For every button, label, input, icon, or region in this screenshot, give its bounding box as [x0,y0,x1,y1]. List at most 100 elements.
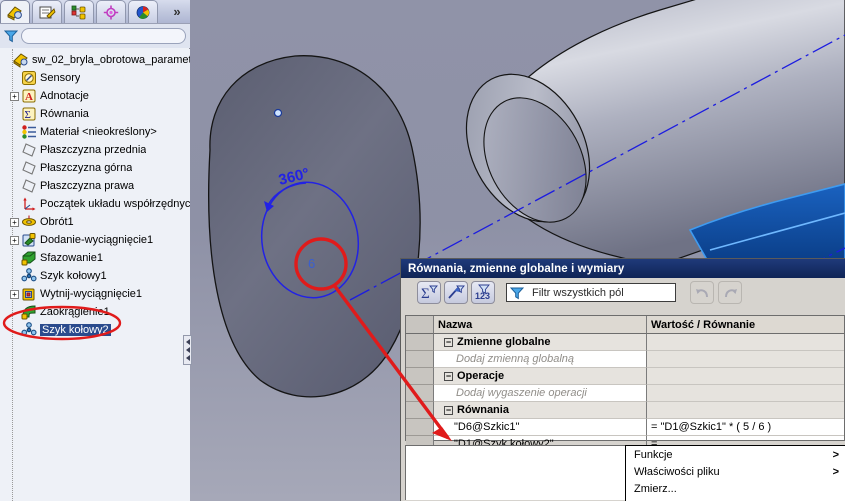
tree-item-szyk-ko-owy2[interactable]: Szyk kołowy2 [0,321,190,339]
cut-extrude-icon [21,286,37,302]
equations-dialog-title: Równania, zmienne globalne i wymiary [401,259,845,278]
tree-item-wytnij-wyci-gni-cie1[interactable]: + Wytnij-wyciągnięcie1 [0,285,190,303]
tree-item-p-aszczyzna-prawa[interactable]: Płaszczyzna prawa [0,177,190,195]
cell-name-text: "D6@Szkic1" [454,421,520,433]
tree-item-label: Adnotacje [40,90,89,102]
property-manager-tab[interactable] [32,0,62,23]
tree-item-sw-02-bryla-obrotowa-parametry[interactable]: sw_02_bryla_obrotowa_parametry [0,51,190,69]
tree-item-pocz-tek-uk-adu-wsp-rz-dnych[interactable]: Początek układu współrzędnych [0,195,190,213]
manager-tabs-overflow-button[interactable]: » [164,0,190,23]
cell-name-text: Zmienne globalne [457,336,551,348]
row-gutter-cell[interactable] [406,419,434,436]
display-manager-tab[interactable] [128,0,158,23]
equations-filter-input[interactable]: Filtr wszystkich pól [506,283,676,302]
filter-funnel-icon [4,30,18,43]
fillet-icon [21,304,37,320]
cell-name[interactable]: Dodaj wygaszenie operacji [434,385,647,402]
tree-item-label: Obrót1 [40,216,74,228]
cell-value[interactable] [647,351,844,368]
cell-value[interactable]: = "D1@Szkic1" * ( 5 / 6 ) [647,419,844,436]
panel-splitter-handle[interactable] [183,335,192,365]
context-menu-item[interactable]: Funkcje > [626,446,845,463]
cell-name[interactable]: − Operacje [434,368,647,385]
tree-item-p-aszczyzna-g-rna[interactable]: Płaszczyzna górna [0,159,190,177]
tree-expander-icon[interactable]: + [10,289,19,299]
cell-name[interactable]: "D6@Szkic1" [434,419,647,436]
tree-expander-spacer [10,164,19,173]
tree-item-dodanie-wyci-gni-cie1[interactable]: + Dodanie-wyciągnięcie1 [0,231,190,249]
tree-expander-icon[interactable]: + [10,217,19,227]
undo-button[interactable] [690,281,714,304]
table-row[interactable]: − Operacje [406,368,844,385]
feature-tree[interactable]: sw_02_bryla_obrotowa_parametry Sensory + A A… [0,49,190,501]
context-menu-item[interactable]: Właściwości pliku > [626,463,845,480]
plane-icon [21,160,37,176]
tree-item-adnotacje[interactable]: + A Adnotacje [0,87,190,105]
feature-manager-panel: » sw_02_bryla_obrotowa_parametry Sensory +… [0,0,192,501]
equations-icon: Σ [21,106,37,122]
tree-item-sfazowanie1[interactable]: Sfazowanie1 [0,249,190,267]
feature-manager-design-tree-tab[interactable] [0,0,30,23]
table-header-row: Nazwa Wartość / Równanie [406,316,844,334]
dimxpert-manager-tab[interactable] [96,0,126,23]
filter-funnel-icon [510,287,524,299]
instance-count-dimension: 6 [308,256,315,271]
cell-name[interactable]: − Zmienne globalne [434,334,647,351]
context-menu[interactable]: Funkcje > Właściwości pliku > Zmierz... [625,445,845,501]
tree-expander-icon[interactable]: + [10,235,19,245]
tree-item-materia-nieokre-lony[interactable]: Materiał <nieokreślony> [0,123,190,141]
tree-item-label: Równania [40,108,89,120]
table-row[interactable]: Dodaj wygaszenie operacji [406,385,844,402]
column-header-value[interactable]: Wartość / Równanie [647,316,844,334]
tree-item-r-wnania[interactable]: Σ Równania [0,105,190,123]
cell-value[interactable] [647,385,844,402]
tree-item-zaokr-glenie1[interactable]: Zaokrąglenie1 [0,303,190,321]
cell-value[interactable] [647,368,844,385]
group-collapse-icon[interactable]: − [444,337,453,347]
tree-expander-spacer [10,308,19,317]
feature-tree-filter[interactable] [0,24,190,48]
tree-item-sensory[interactable]: Sensory [0,69,190,87]
cell-name[interactable]: − Równania [434,402,647,419]
sigma-filter-icon: Σ [421,285,438,301]
cell-name-text: Równania [457,404,509,416]
table-row[interactable]: "D6@Szkic1" = "D1@Szkic1" * ( 5 / 6 ) [406,419,844,436]
tree-expander-spacer [10,146,19,155]
filter-numbers-button[interactable]: 123 [471,281,495,304]
row-gutter-cell[interactable] [406,351,434,368]
table-row[interactable]: − Równania [406,402,844,419]
cell-value[interactable] [647,402,844,419]
row-gutter-cell[interactable] [406,334,434,351]
cell-name[interactable]: Dodaj zmienną globalną [434,351,647,368]
row-gutter-cell[interactable] [406,368,434,385]
column-header-name[interactable]: Nazwa [434,316,647,334]
context-menu-item[interactable]: Zmierz... [626,480,845,497]
tree-expander-spacer [10,110,19,119]
svg-text:A: A [25,91,33,103]
table-row[interactable]: − Zmienne globalne [406,334,844,351]
equations-table[interactable]: Nazwa Wartość / Równanie − Zmienne global… [405,315,845,453]
redo-button[interactable] [718,281,742,304]
group-collapse-icon[interactable]: − [444,371,453,381]
group-collapse-icon[interactable]: − [444,405,453,415]
cell-value[interactable] [647,334,844,351]
filter-global-variables-button[interactable]: Σ [417,281,441,304]
tree-item-obr-t1[interactable]: + Obrót1 [0,213,190,231]
configuration-manager-tab[interactable] [64,0,94,23]
tree-item-label: Początek układu współrzędnych [40,198,190,210]
table-row[interactable]: Dodaj zmienną globalną [406,351,844,368]
row-gutter-cell[interactable] [406,402,434,419]
submenu-arrow-icon: > [832,448,839,461]
feature-tree-filter-input[interactable] [21,28,186,44]
material-icon [21,124,37,140]
tree-item-label: Płaszczyzna górna [40,162,133,174]
configuration-manager-icon [71,5,86,19]
undo-icon [695,288,708,297]
filter-features-button[interactable] [444,281,468,304]
row-gutter-cell[interactable] [406,385,434,402]
tree-item-szyk-ko-owy1[interactable]: Szyk kołowy1 [0,267,190,285]
splitter-arrow-icon [185,355,190,361]
tree-expander-icon[interactable]: + [10,91,19,101]
svg-text:123: 123 [475,291,490,301]
tree-item-p-aszczyzna-przednia[interactable]: Płaszczyzna przednia [0,141,190,159]
